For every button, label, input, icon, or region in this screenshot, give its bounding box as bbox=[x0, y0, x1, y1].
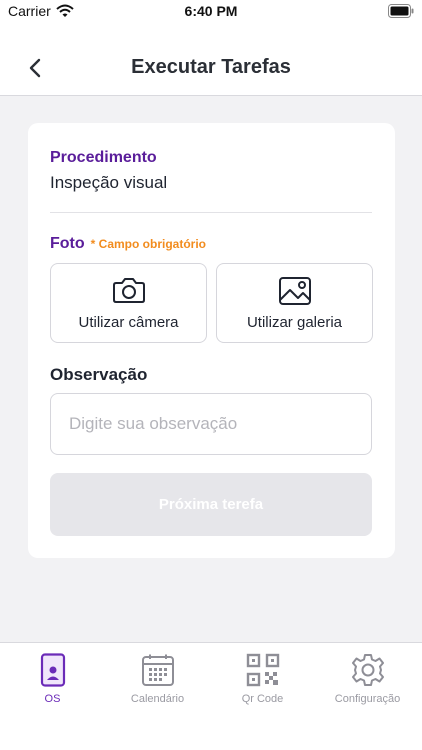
photo-section-header: Foto * Campo obrigatório bbox=[50, 235, 206, 253]
use-camera-button[interactable]: Utilizar câmera bbox=[50, 263, 207, 343]
tab-bar: OS Calendário Qr Code Configuração bbox=[0, 642, 422, 750]
tab-calendar[interactable]: Calendário bbox=[105, 653, 210, 715]
required-field-note: * Campo obrigatório bbox=[90, 237, 206, 251]
status-bar: Carrier 6:40 PM bbox=[0, 0, 422, 24]
observation-input[interactable] bbox=[50, 393, 372, 455]
calendar-icon bbox=[105, 653, 210, 687]
camera-button-label: Utilizar câmera bbox=[78, 314, 179, 331]
next-task-button[interactable]: Próxima terefa bbox=[50, 473, 372, 536]
tab-label-os: OS bbox=[44, 693, 61, 705]
divider bbox=[50, 212, 372, 213]
camera-icon bbox=[51, 276, 206, 304]
page-title: Executar Tarefas bbox=[131, 56, 291, 78]
photo-label: Foto bbox=[50, 235, 85, 252]
tab-label-settings: Configuração bbox=[334, 693, 401, 705]
qr-code-icon bbox=[210, 653, 315, 687]
tab-label-calendar: Calendário bbox=[130, 693, 185, 705]
tab-settings[interactable]: Configuração bbox=[315, 653, 420, 715]
tab-label-qr-code: Qr Code bbox=[241, 693, 284, 705]
battery-icon bbox=[388, 4, 414, 23]
procedure-value: Inspeção visual bbox=[50, 173, 168, 192]
task-card: Procedimento Inspeção visual Foto * Camp… bbox=[28, 123, 395, 558]
navigation-bar: Executar Tarefas bbox=[0, 24, 422, 96]
use-gallery-button[interactable]: Utilizar galeria bbox=[216, 263, 373, 343]
gear-icon bbox=[315, 653, 420, 687]
status-time: 6:40 PM bbox=[184, 3, 238, 19]
image-gallery-icon bbox=[217, 276, 372, 306]
tab-os[interactable]: OS bbox=[0, 653, 105, 715]
gallery-button-label: Utilizar galeria bbox=[246, 314, 343, 331]
procedure-label: Procedimento bbox=[50, 149, 157, 166]
tab-qr-code[interactable]: Qr Code bbox=[210, 653, 315, 715]
device-user-icon bbox=[0, 653, 105, 687]
observation-label: Observação bbox=[50, 365, 148, 384]
